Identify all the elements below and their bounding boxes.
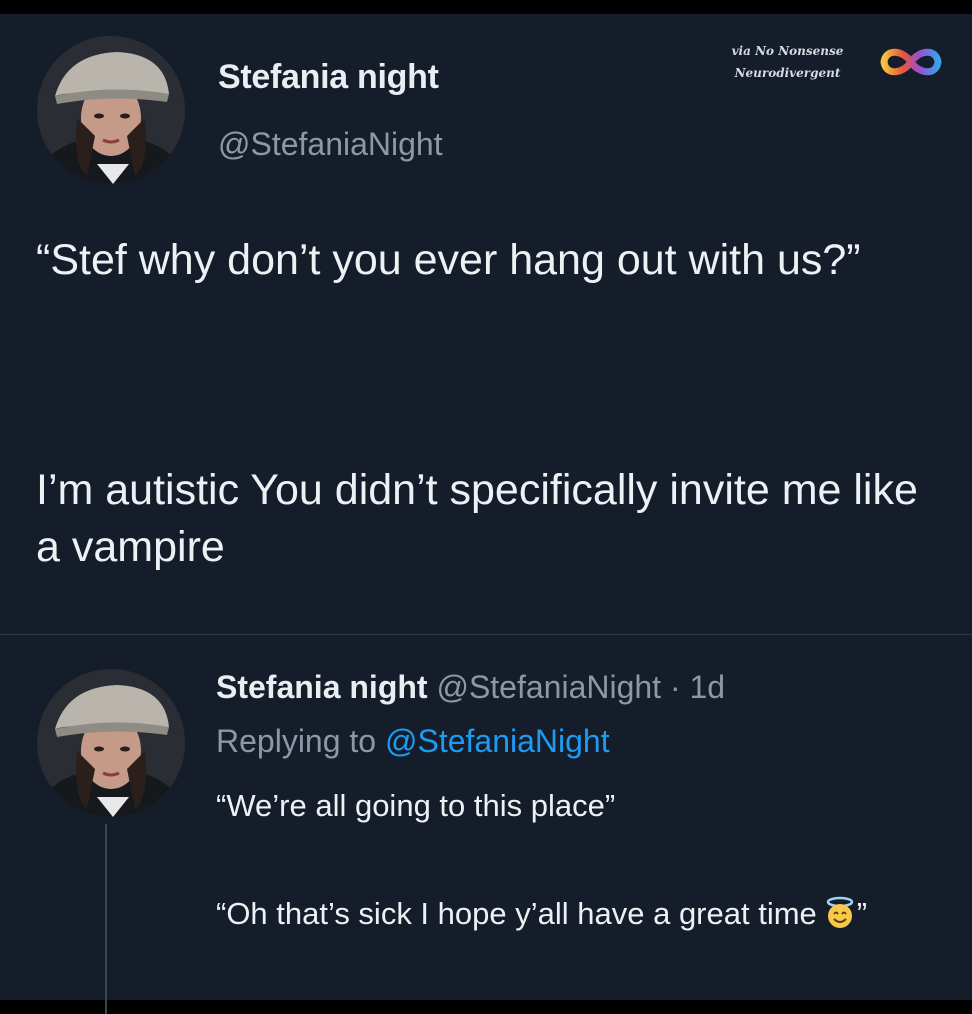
avatar[interactable] — [37, 36, 185, 184]
closing-quote: ” — [856, 896, 868, 931]
watermark-line-2: Neurodivergent — [734, 66, 841, 80]
divider — [0, 634, 972, 635]
tweet-text-paragraph: “Stef why don’t you ever hang out with u… — [36, 236, 861, 284]
replying-to-handle[interactable]: @StefaniaNight — [385, 723, 610, 759]
reply-text-paragraph-2: “Oh that’s sick I hope y’all have a grea… — [216, 887, 936, 947]
author-name[interactable]: Stefania night — [218, 58, 439, 97]
replying-to-label: Replying to — [216, 723, 377, 759]
reply-header: Stefania night @StefaniaNight · 1d — [216, 669, 725, 706]
tweet-text-paragraph: I’m autistic You didn’t specifically inv… — [36, 466, 918, 571]
thread-line — [105, 824, 107, 1014]
watermark-line-1: via No Nonsense — [731, 44, 844, 58]
author-handle[interactable]: @StefaniaNight — [218, 126, 443, 163]
reply-author-meta[interactable]: @StefaniaNight · 1d — [436, 669, 725, 705]
watermark: via No Nonsense Neurodivergent — [700, 40, 875, 84]
reply-author-name[interactable]: Stefania night — [216, 669, 428, 705]
reply-avatar[interactable] — [37, 669, 185, 817]
infinity-logo-icon — [880, 48, 942, 76]
reply-text-main: “Oh that’s sick I hope y’all have a grea… — [216, 896, 817, 931]
replying-to: Replying to @StefaniaNight — [216, 723, 610, 760]
reply-text-paragraph: “We’re all going to this place” — [216, 788, 616, 823]
smiling-face-with-halo-icon — [823, 893, 857, 947]
tweet-screenshot: Stefania night @StefaniaNight via No Non… — [0, 14, 972, 1014]
